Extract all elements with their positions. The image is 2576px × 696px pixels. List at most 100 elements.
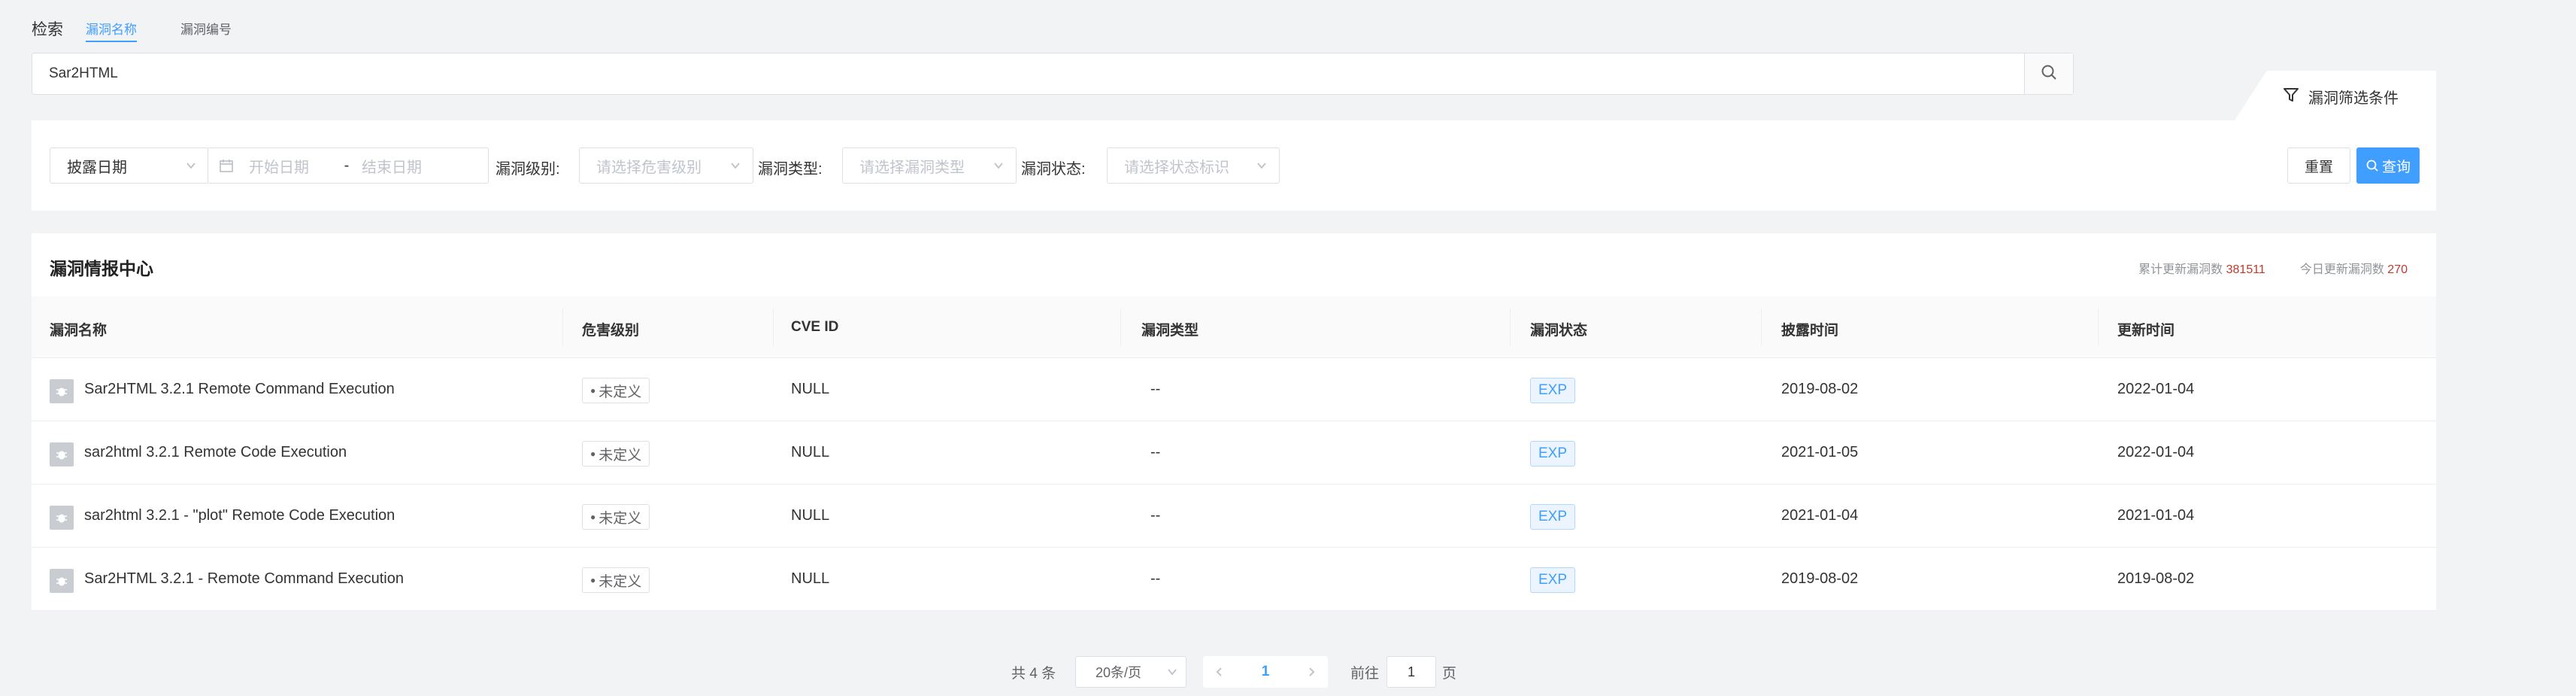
today-updates: 今日更新漏洞数 270: [2300, 259, 2408, 277]
level-badge: ● 未定义: [582, 567, 650, 593]
disclosed-date: 2021-01-04: [1781, 507, 1859, 524]
table-row[interactable]: sar2html 3.2.1 Remote Code Execution ● 未定…: [32, 421, 2436, 485]
cve-id: NULL: [791, 381, 830, 397]
bug-icon: [50, 506, 74, 530]
vuln-name-link[interactable]: Sar2HTML 3.2.1 - Remote Command Executio…: [84, 570, 404, 588]
search-input[interactable]: [32, 53, 2025, 94]
vuln-name-link[interactable]: Sar2HTML 3.2.1 Remote Command Execution: [84, 381, 395, 398]
funnel-icon: [2283, 87, 2299, 108]
lock-icon: ●: [590, 385, 596, 396]
status-select[interactable]: 请选择状态标识: [1107, 147, 1280, 184]
page-title: 漏洞情报中心: [50, 259, 153, 278]
chevron-down-icon: [184, 159, 198, 177]
status-label: 漏洞状态:: [1021, 161, 1086, 178]
date-separator: -: [344, 157, 350, 174]
lock-icon: ●: [590, 575, 596, 585]
search-mode-tabs: 检索 漏洞名称 漏洞编号: [32, 14, 275, 44]
table-row[interactable]: Sar2HTML 3.2.1 - Remote Command Executio…: [32, 548, 2436, 611]
status-badge: EXP: [1530, 567, 1576, 593]
chevron-down-icon: [1166, 666, 1178, 682]
type-label: 漏洞类型:: [758, 161, 823, 178]
disclosed-date: 2019-08-02: [1781, 381, 1859, 397]
pagination-nav: 1: [1203, 656, 1328, 688]
page-number-current[interactable]: 1: [1262, 664, 1270, 680]
col-cve: CVE ID: [791, 319, 839, 335]
vuln-name-link[interactable]: sar2html 3.2.1 - "plot" Remote Code Exec…: [84, 507, 395, 524]
vuln-type: --: [1150, 381, 1161, 397]
page-size-value: 20条/页: [1096, 665, 1142, 680]
prev-page-button[interactable]: [1214, 666, 1226, 678]
col-updated: 更新时间: [2117, 323, 2175, 339]
goto-page-input[interactable]: 1: [1386, 656, 1436, 688]
table-row[interactable]: Sar2HTML 3.2.1 Remote Command Execution …: [32, 358, 2436, 421]
level-text: 未定义: [599, 510, 642, 527]
cve-id: NULL: [791, 507, 830, 524]
tab-vuln-id[interactable]: 漏洞编号: [180, 19, 232, 42]
start-date-input[interactable]: 开始日期: [249, 155, 332, 177]
next-page-button[interactable]: [1305, 666, 1317, 678]
lock-icon: ●: [590, 448, 596, 459]
query-button[interactable]: 查询: [2356, 147, 2420, 184]
cve-id: NULL: [791, 570, 830, 587]
filter-conditions-tab[interactable]: 漏洞筛选条件: [2235, 71, 2436, 120]
level-select[interactable]: 请选择危害级别: [579, 147, 753, 184]
query-label: 查询: [2381, 159, 2411, 175]
updated-date: 2019-08-02: [2117, 570, 2195, 587]
vuln-type: --: [1150, 507, 1161, 524]
total-updates-label: 累计更新漏洞数: [2138, 263, 2223, 276]
level-badge: ● 未定义: [582, 441, 650, 467]
filter-panel: 披露日期 开始日期 - 结束日期 漏洞级别: 请选择危害级别 漏洞类型: 请选择…: [32, 120, 2436, 211]
updated-date: 2021-01-04: [2117, 507, 2195, 524]
status-badge: EXP: [1530, 504, 1576, 530]
col-status: 漏洞状态: [1530, 323, 1588, 339]
level-label: 漏洞级别:: [496, 161, 560, 178]
bug-icon: [50, 442, 74, 467]
column-divider: [1510, 308, 1511, 346]
updated-date: 2022-01-04: [2117, 381, 2195, 397]
updated-date: 2022-01-04: [2117, 444, 2195, 460]
column-divider: [773, 308, 774, 346]
table-row[interactable]: sar2html 3.2.1 - "plot" Remote Code Exec…: [32, 485, 2436, 548]
date-type-select[interactable]: 披露日期: [50, 147, 209, 184]
level-text: 未定义: [599, 573, 642, 590]
page-suffix: 页: [1442, 666, 1457, 682]
vuln-type: --: [1150, 444, 1161, 460]
total-updates: 累计更新漏洞数 381511: [2138, 259, 2265, 277]
vuln-type: --: [1150, 570, 1161, 587]
status-badge: EXP: [1530, 441, 1576, 467]
col-name: 漏洞名称: [50, 323, 108, 339]
vuln-name-link[interactable]: sar2html 3.2.1 Remote Code Execution: [84, 444, 347, 461]
date-type-value: 披露日期: [67, 159, 127, 176]
level-badge: ● 未定义: [582, 504, 650, 530]
vuln-intel-card: 漏洞情报中心 累计更新漏洞数 381511 今日更新漏洞数 270 漏洞名称 危…: [32, 233, 2436, 611]
update-stats: 累计更新漏洞数 381511 今日更新漏洞数 270: [2138, 259, 2408, 277]
col-disclosed: 披露时间: [1781, 323, 1839, 339]
lock-icon: ●: [590, 512, 596, 522]
calendar-icon: [219, 158, 234, 173]
column-divider: [1761, 308, 1762, 346]
cve-id: NULL: [791, 444, 830, 460]
search-label: 检索: [32, 21, 63, 38]
bug-icon: [50, 569, 74, 593]
column-divider: [1120, 308, 1121, 346]
table-header: 漏洞名称 危害级别 CVE ID 漏洞类型 漏洞状态 披露时间 更新时间: [32, 296, 2436, 358]
reset-button[interactable]: 重置: [2287, 147, 2350, 184]
pagination-total: 共 4 条: [1011, 666, 1056, 682]
bug-icon: [50, 379, 74, 403]
column-divider: [2098, 308, 2099, 346]
search-icon: [2365, 159, 2379, 172]
date-range-picker[interactable]: 开始日期 - 结束日期: [208, 147, 489, 184]
level-badge: ● 未定义: [582, 378, 650, 403]
type-placeholder: 请选择漏洞类型: [859, 159, 965, 176]
search-bar: [32, 53, 2074, 95]
today-updates-value: 270: [2387, 263, 2408, 276]
page-size-select[interactable]: 20条/页: [1075, 656, 1186, 688]
type-select[interactable]: 请选择漏洞类型: [842, 147, 1017, 184]
search-button[interactable]: [2024, 53, 2073, 94]
total-updates-value: 381511: [2226, 263, 2265, 276]
status-badge: EXP: [1530, 378, 1576, 403]
tab-vuln-name[interactable]: 漏洞名称: [86, 19, 137, 42]
end-date-input[interactable]: 结束日期: [362, 155, 422, 177]
filter-conditions-label: 漏洞筛选条件: [2308, 90, 2399, 107]
level-placeholder: 请选择危害级别: [596, 159, 702, 176]
